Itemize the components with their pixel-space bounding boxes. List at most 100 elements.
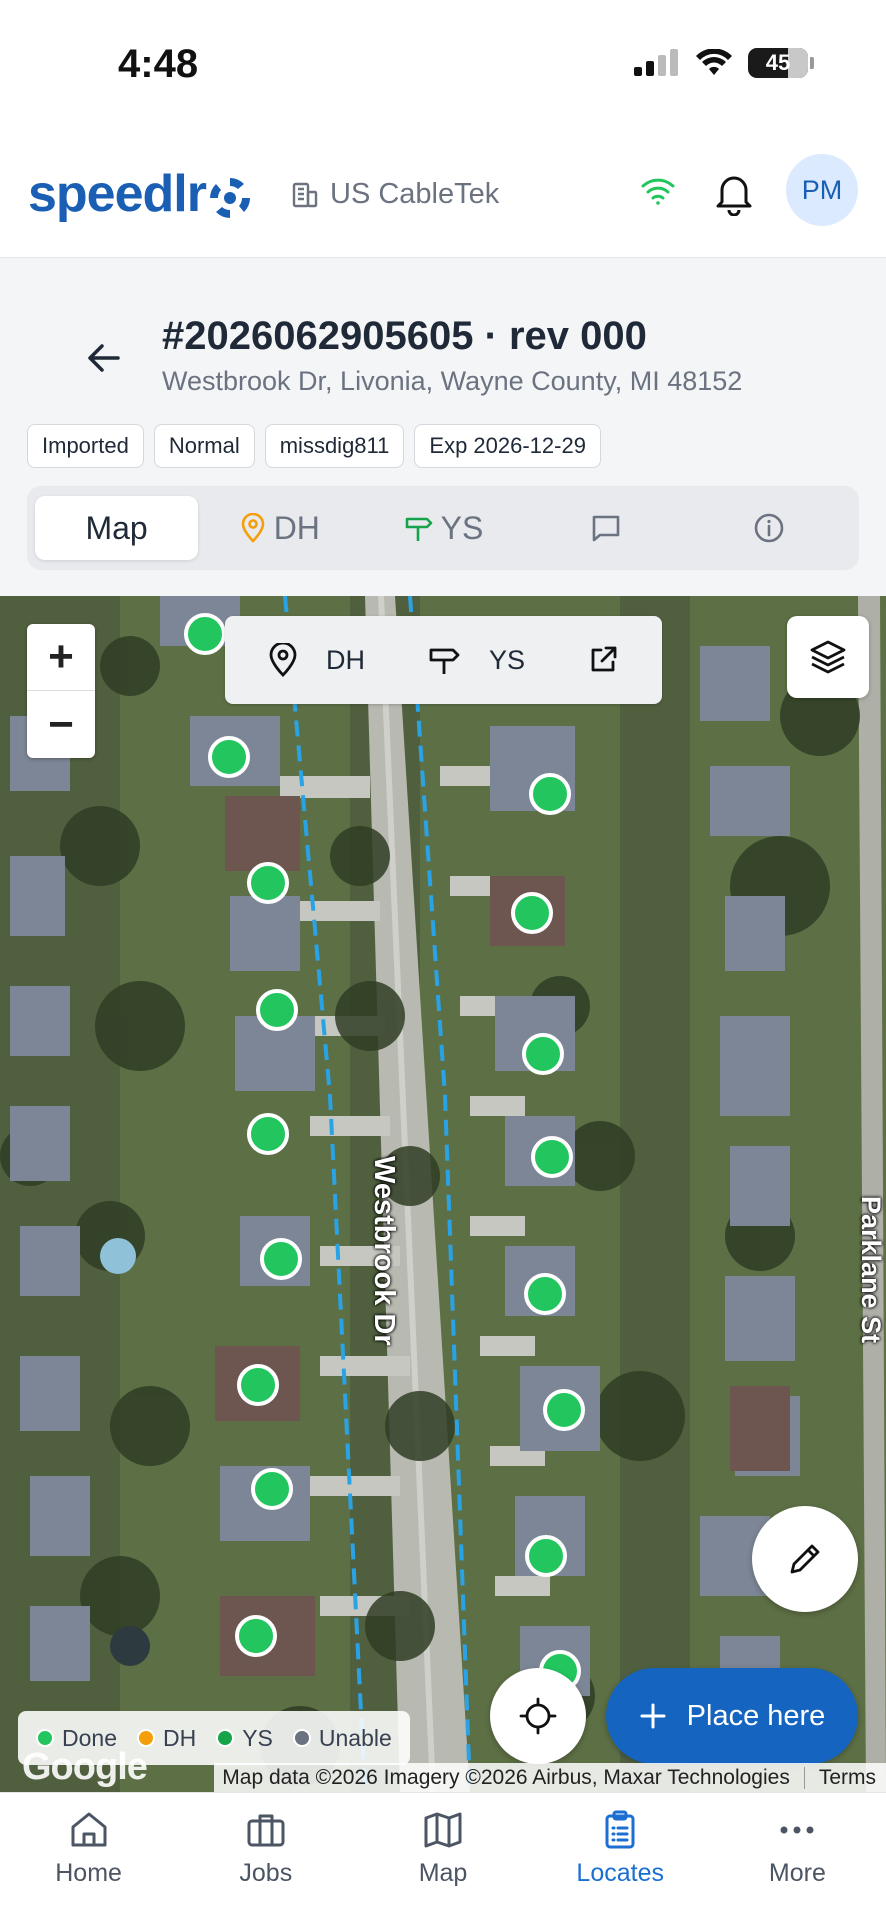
wifi-icon [696,49,732,75]
legend-item-ys: YS [216,1725,273,1752]
briefcase-icon [247,1814,285,1847]
marker-done [237,1364,279,1406]
tab-dh[interactable]: DH [198,496,361,560]
home-icon [71,1812,107,1847]
zoom-out-button[interactable]: − [27,691,95,758]
tag-source: missdig811 [264,424,405,468]
tab-map[interactable]: Map [35,496,199,560]
layers-button[interactable] [787,616,869,698]
nav-jobs[interactable]: Jobs [177,1793,354,1920]
tag-expiration: Exp 2026-12-29 [414,424,601,468]
tab-ys[interactable]: YS [361,496,524,560]
marker-done [543,1389,585,1431]
map-pin-icon [269,643,297,677]
marker-done [247,1113,289,1155]
legend-label-ys: YS [242,1724,273,1751]
tab-map-label: Map [85,509,148,546]
battery-indicator: 45 [748,48,808,78]
place-here-label: Place here [686,1699,826,1732]
map-toolbar-open-external[interactable] [587,644,619,676]
legend-label-dh: DH [162,1724,197,1751]
logo-text: speedlr [28,165,207,223]
legend-dot-unable [292,1729,311,1747]
marker-done [208,736,250,778]
external-link-icon [591,646,617,672]
layers-icon [810,640,846,674]
zoom-control: + − [27,624,95,758]
tab-dh-label: DH [273,509,320,546]
building-icon [292,182,318,207]
map-toolbar-dh-label: DH [325,644,365,675]
marker-done [247,862,289,904]
user-avatar[interactable]: PM [786,154,858,226]
my-location-button[interactable] [490,1668,586,1764]
connection-wifi-icon [641,178,675,205]
legend-label-done: Done [62,1724,117,1751]
tab-ys-label: YS [440,509,484,546]
tab-info[interactable] [688,496,851,560]
edit-button[interactable] [752,1506,858,1612]
job-tabs: Map DH YS [27,486,859,570]
map-toolbar-ys[interactable]: YS [427,644,525,676]
marker-done [251,1468,293,1510]
notifications-bell-icon[interactable] [712,170,756,216]
nav-home[interactable]: Home [0,1793,177,1920]
zoom-in-button[interactable]: + [27,624,95,691]
job-address: Westbrook Dr, Livonia, Wayne County, MI … [162,366,743,396]
legend-item-done: Done [36,1725,117,1752]
legend-label-unable: Unable [318,1724,392,1751]
logo-spinner-icon [209,178,250,218]
locate-markers [184,613,585,1692]
map-legend: Done DH YS Unable [18,1711,410,1765]
legend-item-dh: DH [136,1724,197,1752]
tab-comments[interactable] [525,496,688,560]
app-logo[interactable]: speedlr [28,168,252,220]
map-toolbar: DH YS [225,616,662,704]
nav-more[interactable]: More [709,1793,886,1920]
terms-link[interactable]: Terms [819,1766,876,1790]
signpost-icon [429,648,460,674]
pencil-icon [790,1544,820,1574]
marker-done [256,989,298,1031]
map-view[interactable]: Westbrook Dr Parklane St + − DH YS Place… [0,596,886,1792]
status-bar: 4:48 45 [0,0,886,130]
status-icons: 45 [634,48,814,78]
organization-name: US CableTek [330,178,500,210]
marker-done [524,1273,566,1315]
more-dots-icon [780,1826,814,1834]
marker-done [522,1033,564,1075]
marker-done [525,1535,567,1577]
attribution-text: Map data ©2026 Imagery ©2026 Airbus, Max… [222,1765,790,1789]
app-header: speedlr US CableTek PM [0,130,886,258]
bottom-navigation: Home Jobs Map Locates More [0,1792,886,1920]
map-icon [424,1812,462,1848]
info-icon [755,513,784,543]
marker-done [235,1615,277,1657]
marker-done [531,1136,573,1178]
nav-map-label: Map [418,1859,468,1887]
map-toolbar-dh[interactable]: DH [268,643,365,677]
attribution-divider [803,1766,805,1789]
map-attribution: Map data ©2026 Imagery ©2026 Airbus, Max… [214,1763,886,1792]
nav-map[interactable]: Map [354,1793,531,1920]
cellular-signal-icon [634,49,678,76]
nav-locates[interactable]: Locates [532,1793,709,1920]
nav-home-label: Home [55,1859,122,1887]
legend-dot-ys [216,1729,235,1747]
legend-dot-done [36,1729,54,1747]
comment-icon [592,515,620,542]
plus-icon [640,1703,666,1729]
map-toolbar-ys-label: YS [488,644,525,675]
legend-dot-dh [136,1729,155,1747]
clipboard-list-icon [605,1810,635,1849]
place-here-button[interactable]: Place here [606,1668,858,1764]
signpost-icon [405,517,432,541]
map-pin-icon [241,513,264,543]
job-header-panel: #2026062905605 · rev 000 Westbrook Dr, L… [0,258,886,596]
nav-jobs-label: Jobs [239,1859,293,1887]
organization-selector[interactable]: US CableTek [290,178,499,211]
back-arrow-icon[interactable] [82,336,126,380]
nav-more-label: More [768,1859,826,1887]
marker-done [511,892,553,934]
marker-done [260,1238,302,1280]
